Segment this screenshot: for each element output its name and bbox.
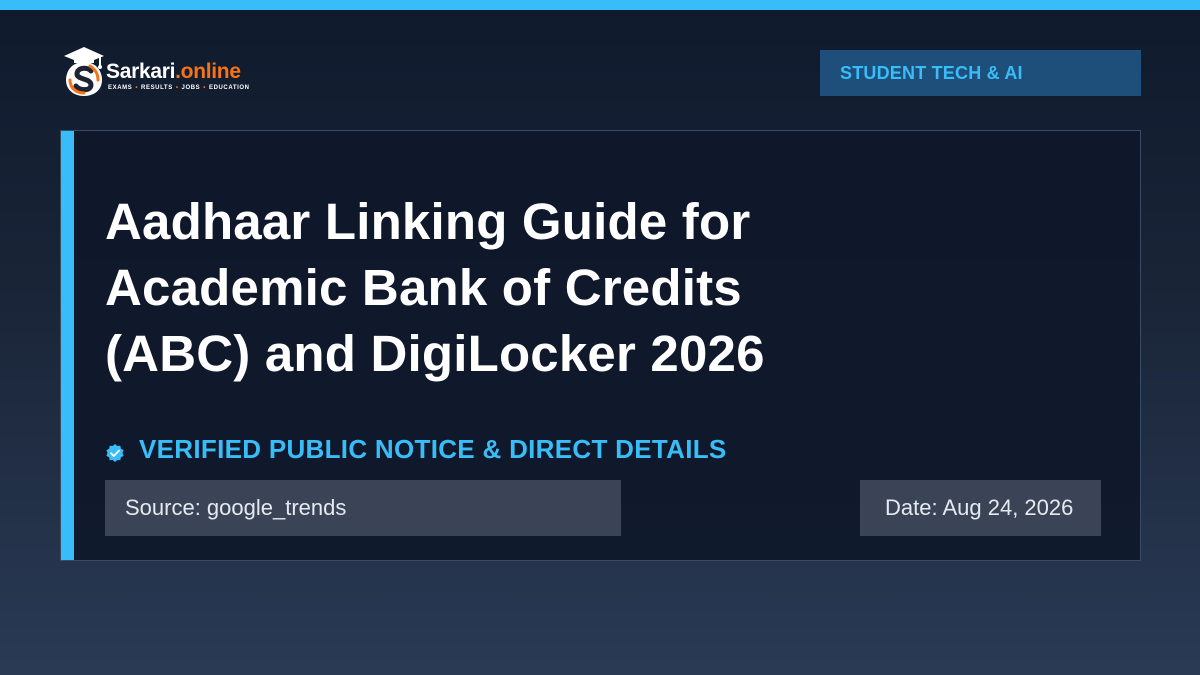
top-accent-bar: [0, 0, 1200, 10]
article-card: Aadhaar Linking Guide for Academic Bank …: [60, 130, 1141, 561]
verified-check-icon: [106, 444, 124, 462]
article-title: Aadhaar Linking Guide for Academic Bank …: [105, 193, 765, 382]
verified-notice: VERIFIED PUBLIC NOTICE & DIRECT DETAILS: [105, 431, 727, 467]
source-label: Source: google_trends: [105, 480, 621, 536]
verified-label: VERIFIED PUBLIC NOTICE & DIRECT DETAILS: [139, 433, 727, 464]
site-logo[interactable]: Sarkari.online EXAMS • RESULTS • JOBS • EDUCAT…: [60, 44, 260, 100]
logo-tagline: EXAMS • RESULTS • JOBS • EDUCATION: [108, 85, 250, 91]
date-label: Date: Aug 24, 2026: [860, 480, 1101, 536]
logo-wordmark: Sarkari.online: [106, 60, 241, 83]
category-badge[interactable]: STUDENT TECH & AI: [820, 50, 1141, 96]
graduation-cap-s-logo-icon: [64, 47, 104, 96]
card-accent-bar: [61, 131, 74, 560]
